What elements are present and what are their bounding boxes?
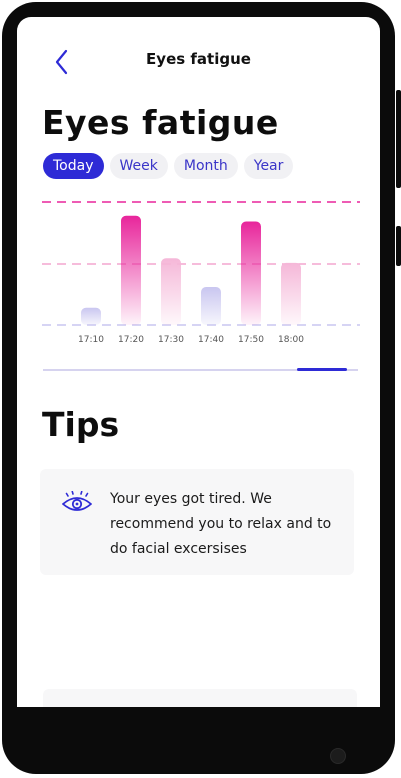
tab-month[interactable]: Month — [173, 153, 238, 179]
power-button — [396, 226, 401, 266]
chart-bar[interactable] — [121, 215, 141, 325]
tab-year[interactable]: Year — [243, 153, 294, 179]
chart-bar[interactable] — [201, 287, 221, 325]
eye-icon — [62, 491, 92, 511]
tip-text: Your eyes got tired. We recommend you to… — [110, 491, 332, 557]
chart-bar[interactable] — [281, 262, 301, 325]
app-screen: Eyes fatigue Eyes fatigue Today Week Month… — [17, 17, 380, 707]
x-tick-label: 17:50 — [238, 335, 264, 345]
tip-card: Your eyes got tired. We recommend you to… — [40, 469, 354, 575]
chart-scrollbar-thumb[interactable] — [297, 368, 347, 371]
tab-today[interactable]: Today — [43, 153, 104, 179]
tip-card — [43, 689, 357, 707]
header-title: Eyes fatigue — [146, 50, 251, 68]
period-tabs: Today Week Month Year — [43, 153, 294, 179]
page-title: Eyes fatigue — [42, 103, 279, 142]
volume-button — [396, 90, 401, 188]
chart-bar[interactable] — [161, 258, 181, 325]
fatigue-chart: 17:10 17:20 17:30 17:40 17:50 18:00 — [42, 201, 360, 345]
chart-bar[interactable] — [241, 221, 261, 326]
phone-bottom-bar — [17, 707, 380, 767]
x-tick-label: 17:20 — [118, 335, 144, 345]
tab-week[interactable]: Week — [109, 153, 168, 179]
camera-icon — [330, 748, 346, 764]
x-tick-label: 18:00 — [278, 335, 304, 345]
tips-title: Tips — [42, 405, 120, 444]
chart-bar[interactable] — [81, 307, 101, 325]
x-tick-label: 17:30 — [158, 335, 184, 345]
x-tick-label: 17:40 — [198, 335, 224, 345]
x-tick-label: 17:10 — [78, 335, 104, 345]
chart-scrollbar[interactable] — [43, 368, 358, 371]
